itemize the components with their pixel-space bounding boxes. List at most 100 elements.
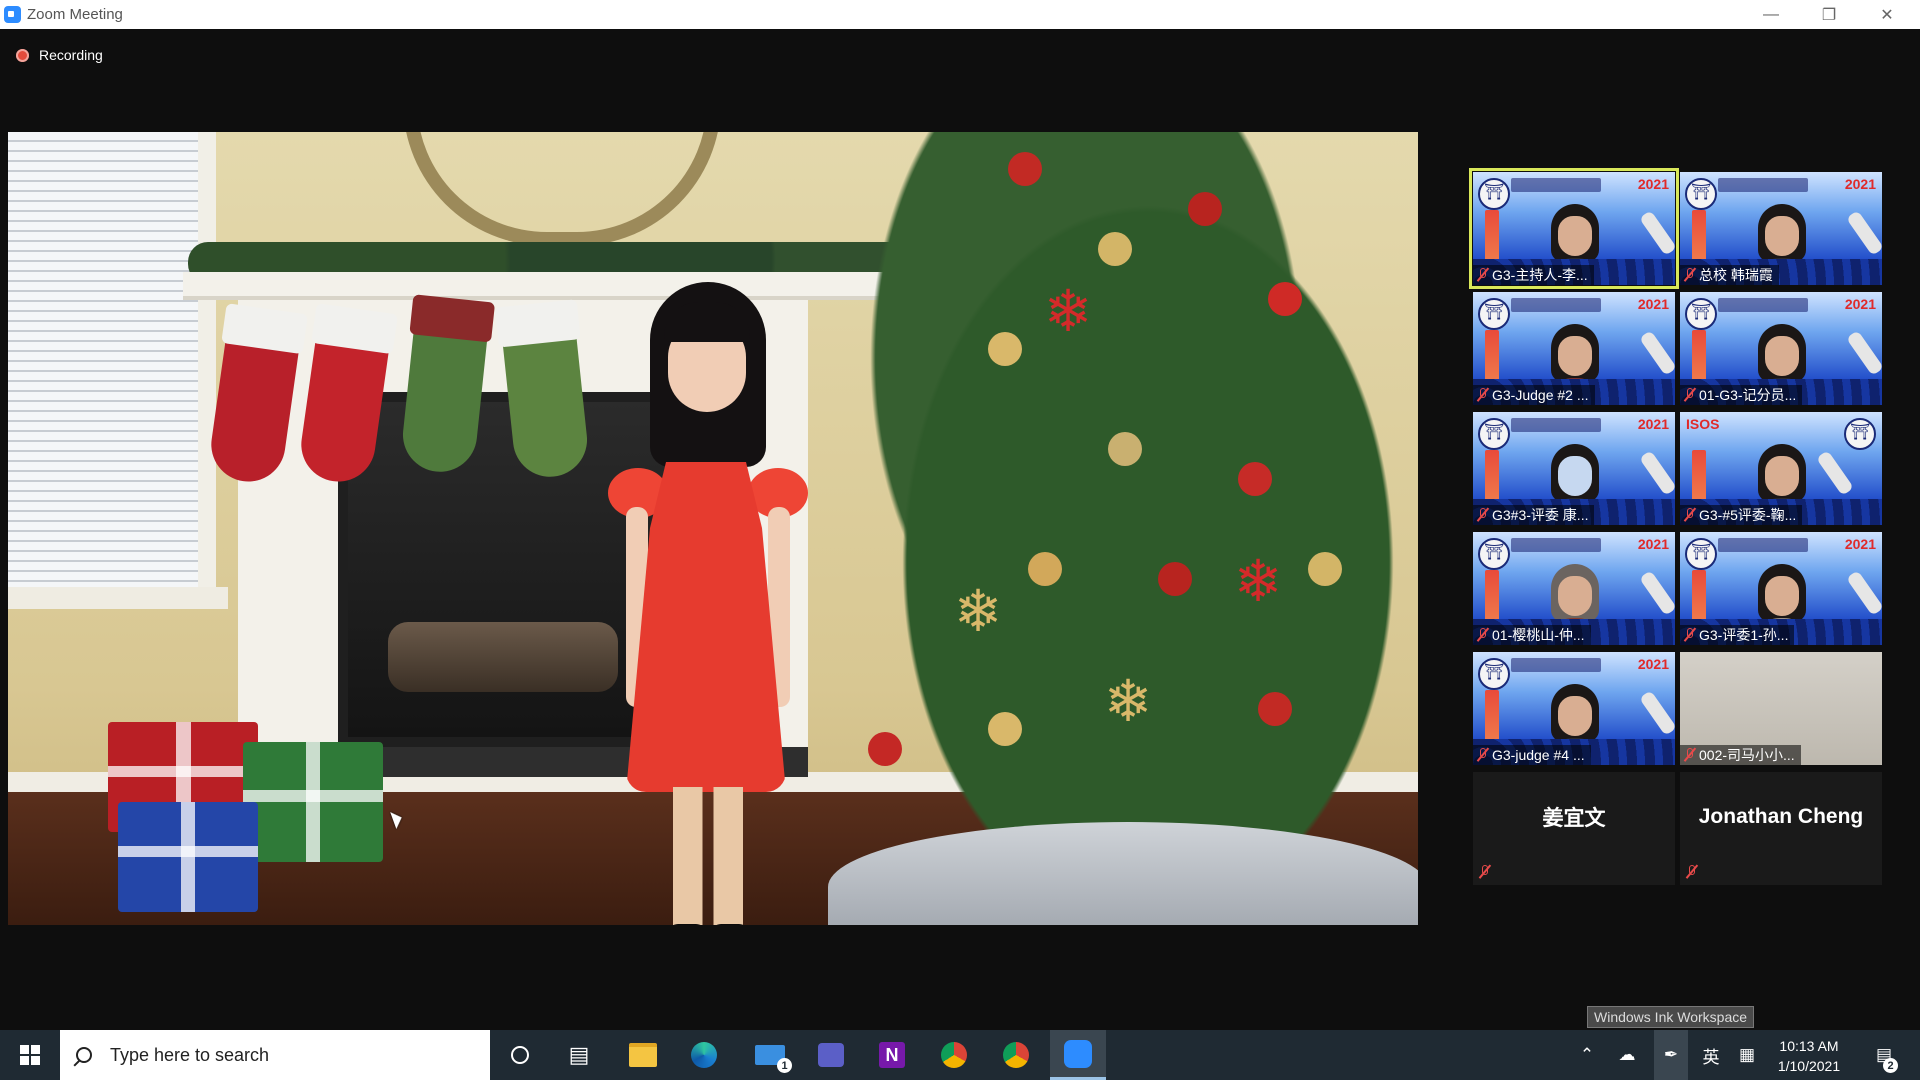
participant-name: Jonathan Cheng [1698, 805, 1864, 828]
input-mode-button[interactable]: ▦ [1732, 1030, 1762, 1080]
school-logo-icon [1478, 538, 1510, 570]
restore-button[interactable]: ❐ [1800, 0, 1858, 29]
zoom-button[interactable] [1050, 1030, 1106, 1080]
snowflake-ornament: ❄ [953, 579, 1003, 644]
ornament [1008, 152, 1042, 186]
muted-mic-icon [1477, 508, 1489, 522]
cortana-button[interactable] [492, 1030, 548, 1080]
microphone-graphic [1639, 210, 1675, 256]
participant-tile[interactable]: 2021 G3-judge #4 ... [1473, 652, 1675, 765]
ornament [1188, 192, 1222, 226]
clock-date: 1/10/2021 [1777, 1058, 1841, 1074]
muted-mic-icon [1684, 268, 1696, 282]
muted-mic-icon [1479, 865, 1491, 879]
participant-name-bar: 01-樱桃山-仲... [1473, 625, 1591, 645]
muted-mic-icon [1477, 388, 1489, 402]
active-speaker-video[interactable]: ❄ ❄ ❄ ❄ [8, 132, 1418, 925]
school-logo-icon [1685, 298, 1717, 330]
participant-name-bar: G3#3-评委 康... [1473, 505, 1595, 525]
window-title: Zoom Meeting [27, 6, 123, 23]
participant-tile[interactable]: Jonathan Cheng [1680, 772, 1882, 885]
cloud-icon: ☁ [1618, 1045, 1636, 1064]
muted-mic-icon [1684, 508, 1696, 522]
participant-name-bar: G3-#5评委-鞠... [1680, 505, 1803, 525]
participant-name-bar: 01-G3-记分员... [1680, 385, 1803, 405]
close-button[interactable]: ✕ [1858, 0, 1916, 29]
participant-tile[interactable]: 2021 总校 韩瑞霞 [1680, 172, 1882, 285]
taskbar: ▤ 1 N ⌃ ☁ ✒ 英 ▦ 10:13 AM 1/10/2021 ▤ 2 [0, 1030, 1920, 1080]
participant-tile[interactable]: 2021 G3#3-评委 康... [1473, 412, 1675, 525]
school-logo-icon [1844, 418, 1876, 450]
onedrive-button[interactable]: ☁ [1612, 1030, 1642, 1080]
ornament [868, 732, 902, 766]
ornament [1308, 552, 1342, 586]
banner-year: 2021 [1637, 176, 1669, 192]
windows-logo-icon [20, 1045, 40, 1065]
action-center-button[interactable]: ▤ 2 [1864, 1030, 1904, 1080]
ornament [1108, 432, 1142, 466]
banner-year: ISOS [1686, 416, 1720, 432]
mail-button[interactable]: 1 [742, 1030, 798, 1080]
ornament [1238, 462, 1272, 496]
participant-name-bar: 002-司马小小... [1680, 745, 1801, 765]
clock[interactable]: 10:13 AM 1/10/2021 [1764, 1036, 1854, 1076]
participant-tile[interactable]: 2021 G3-主持人-李... [1469, 168, 1679, 289]
muted-mic-icon [1477, 628, 1489, 642]
school-logo-icon [1478, 178, 1510, 210]
ornament [1028, 552, 1062, 586]
microphone-graphic [1639, 690, 1675, 736]
taskbar-search[interactable] [60, 1030, 490, 1080]
participant-tile[interactable]: 姜宜文 [1473, 772, 1675, 885]
search-input[interactable] [107, 1043, 490, 1067]
file-explorer-button[interactable] [615, 1030, 671, 1080]
show-hidden-icons-button[interactable]: ⌃ [1572, 1030, 1602, 1080]
onenote-icon: N [879, 1042, 905, 1068]
participant-name-bar: G3-主持人-李... [1473, 265, 1594, 285]
ornament [1158, 562, 1192, 596]
teams-icon [818, 1043, 844, 1067]
participant-tile[interactable]: 2021 G3-评委1-孙... [1680, 532, 1882, 645]
school-logo-icon [1685, 538, 1717, 570]
school-logo-icon [1478, 298, 1510, 330]
search-icon [76, 1047, 92, 1063]
window-blinds [8, 132, 216, 592]
participant-name-bar: 总校 韩瑞霞 [1680, 265, 1779, 285]
teams-button[interactable] [803, 1030, 859, 1080]
chrome-button[interactable] [926, 1030, 982, 1080]
ornament [1258, 692, 1292, 726]
participant-tile[interactable]: 2021 01-樱桃山-仲... [1473, 532, 1675, 645]
chrome-profile-button[interactable] [988, 1030, 1044, 1080]
participant-tile[interactable]: 2021 G3-Judge #2 ... [1473, 292, 1675, 405]
school-logo-icon [1478, 658, 1510, 690]
microphone-graphic [1846, 330, 1882, 376]
microphone-graphic [1639, 330, 1675, 376]
participant-name-bar: G3-judge #4 ... [1473, 745, 1591, 765]
minimize-button[interactable]: — [1742, 0, 1800, 29]
participant-tile[interactable]: 2021 01-G3-记分员... [1680, 292, 1882, 405]
edge-button[interactable] [676, 1030, 732, 1080]
chrome-icon [941, 1042, 967, 1068]
zoom-app-icon [4, 6, 21, 23]
ornament [1098, 232, 1132, 266]
gift-box [243, 742, 383, 862]
folder-icon [629, 1043, 657, 1067]
snowflake-ornament: ❄ [1043, 279, 1093, 344]
windows-ink-button[interactable]: ✒ [1654, 1030, 1688, 1080]
microphone-graphic [1639, 450, 1675, 496]
microphone-graphic [1846, 210, 1882, 256]
onenote-button[interactable]: N [864, 1030, 920, 1080]
banner-year: 2021 [1637, 656, 1669, 672]
task-view-button[interactable]: ▤ [551, 1030, 607, 1080]
participant-tile[interactable]: ISOS G3-#5评委-鞠... [1680, 412, 1882, 525]
muted-mic-icon [1477, 268, 1489, 282]
speaker-person [568, 272, 848, 925]
start-button[interactable] [0, 1030, 60, 1080]
participant-tile[interactable]: 002-司马小小... [1680, 652, 1882, 765]
ornament [988, 712, 1022, 746]
microphone-graphic [1639, 570, 1675, 616]
gift-box [118, 802, 258, 912]
input-method-button[interactable]: 英 [1696, 1030, 1726, 1080]
zoom-icon [1064, 1039, 1092, 1068]
snowflake-ornament: ❄ [1233, 549, 1283, 614]
recording-indicator[interactable]: Recording [16, 45, 103, 65]
